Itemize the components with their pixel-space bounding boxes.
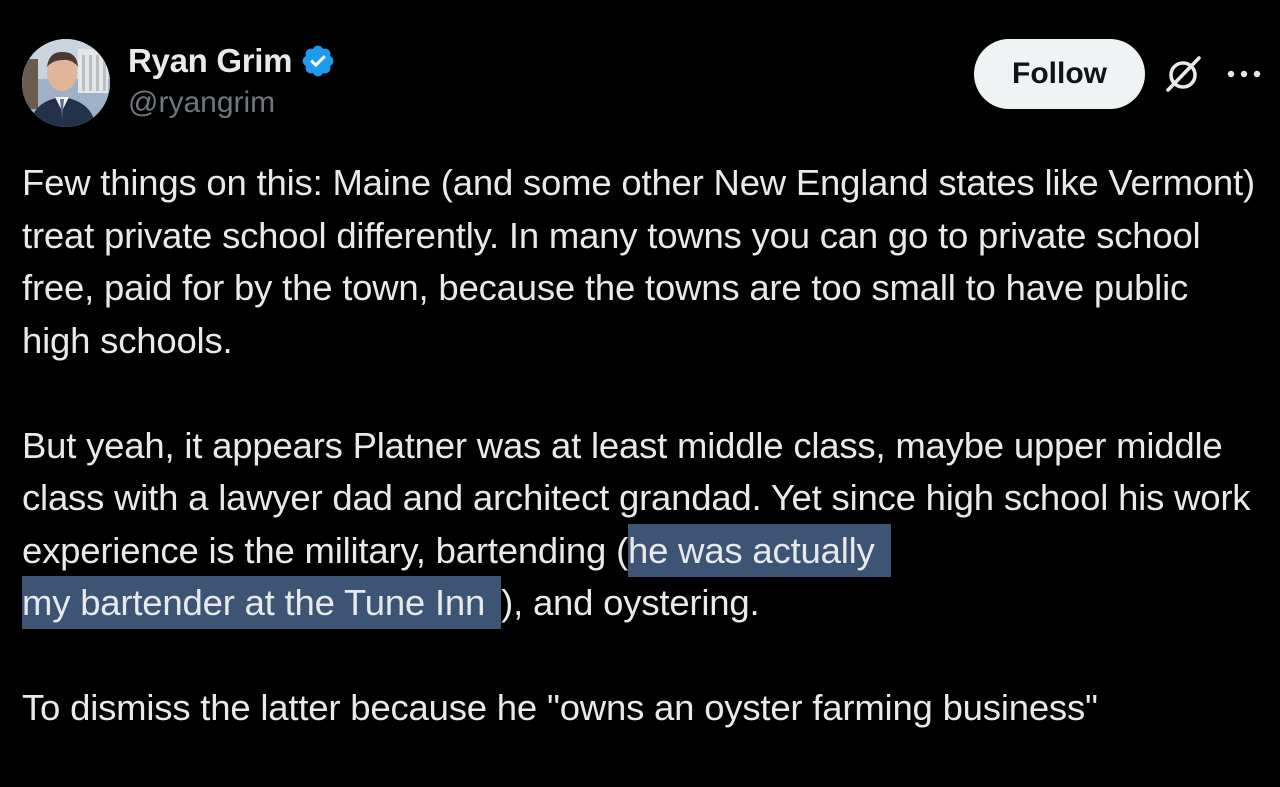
avatar-image <box>22 39 110 127</box>
more-options-icon[interactable] <box>1224 60 1264 88</box>
author-handle[interactable]: @ryangrim <box>128 86 275 120</box>
post-paragraph-1: Few things on this: Maine (and some othe… <box>22 162 1265 361</box>
author-name-row: Ryan Grim <box>128 40 336 82</box>
selected-text-2: my bartender at the Tune Inn <box>22 576 502 629</box>
verified-badge-icon <box>302 45 334 77</box>
post-header: Ryan Grim @ryangrim Follow <box>0 0 1280 140</box>
post-paragraph-2: But yeah, it appears Platner was at leas… <box>22 420 1262 630</box>
post-text: Few things on this: Maine (and some othe… <box>22 157 1262 787</box>
post-paragraph-3: To dismiss the latter because he "owns a… <box>22 687 1098 728</box>
post-paragraph-2-end: ), and oystering. <box>501 582 760 623</box>
selected-text-1: he was actually <box>628 523 891 577</box>
follow-button[interactable]: Follow <box>974 39 1145 109</box>
author-display-name[interactable]: Ryan Grim <box>128 42 292 80</box>
grok-icon[interactable] <box>1162 52 1206 96</box>
avatar[interactable] <box>22 39 110 127</box>
